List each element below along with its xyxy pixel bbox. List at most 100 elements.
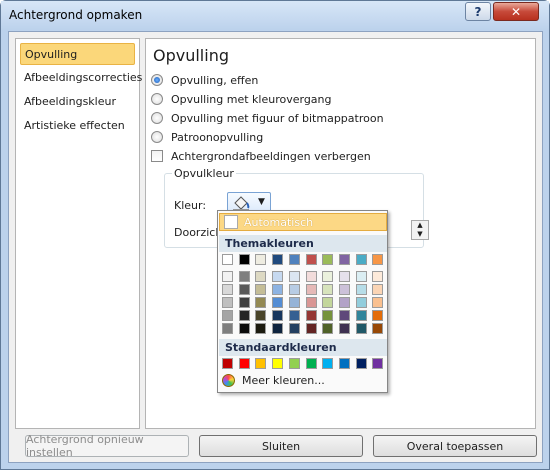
theme-shade-swatch[interactable] [355,310,367,321]
theme-shade-swatch[interactable] [288,310,300,321]
theme-shade-swatch[interactable] [338,271,350,282]
standard-color-swatch[interactable] [305,358,317,369]
fill-gradient-option[interactable]: Opvulling met kleurovergang [151,91,332,107]
theme-shade-swatch[interactable] [222,323,233,334]
theme-shade-swatch[interactable] [338,297,350,308]
theme-shade-swatch[interactable] [355,271,367,282]
more-colors-item[interactable]: Meer kleuren... [222,374,325,387]
theme-shade-swatch[interactable] [372,271,384,282]
theme-shade-swatch[interactable] [372,310,384,321]
radio-icon[interactable] [151,112,163,124]
theme-shade-swatch[interactable] [288,297,300,308]
fill-pattern-option[interactable]: Patroonopvulling [151,129,263,145]
theme-shade-swatch[interactable] [305,323,317,334]
theme-shade-swatch[interactable] [372,323,384,334]
theme-shade-swatch[interactable] [238,284,250,295]
theme-shade-swatch[interactable] [222,284,233,295]
theme-color-swatch[interactable] [355,254,367,265]
theme-shade-swatch[interactable] [338,323,350,334]
transparency-spinner[interactable]: ▲ ▼ [411,220,429,240]
standard-color-swatch[interactable] [238,358,250,369]
theme-shade-swatch[interactable] [255,297,267,308]
theme-shade-swatch[interactable] [238,323,250,334]
close-button[interactable]: Sluiten [199,435,363,457]
nav-item-opvulling[interactable]: Opvulling [20,43,135,65]
more-colors-label: Meer kleuren... [242,374,325,387]
theme-shade-swatch[interactable] [305,271,317,282]
apply-all-button[interactable]: Overal toepassen [373,435,537,457]
theme-shade-swatch[interactable] [272,284,284,295]
standard-color-swatch[interactable] [355,358,367,369]
theme-color-swatch[interactable] [338,254,350,265]
chevron-down-icon: ▼ [258,197,265,207]
theme-shade-swatch[interactable] [272,310,284,321]
standard-color-swatch[interactable] [272,358,284,369]
fill-picture-option[interactable]: Opvulling met figuur of bitmappatroon [151,110,384,126]
option-label: Opvulling met kleurovergang [171,92,332,106]
theme-shade-swatch[interactable] [272,323,284,334]
theme-shade-swatch[interactable] [355,284,367,295]
close-window-button[interactable]: ✕ [493,2,539,21]
theme-shade-swatch[interactable] [255,271,267,282]
theme-shade-swatch[interactable] [322,271,334,282]
radio-icon[interactable] [151,74,163,86]
theme-shade-swatch[interactable] [238,297,250,308]
theme-shade-swatch[interactable] [288,323,300,334]
nav-item-artistieke-effecten[interactable]: Artistieke effecten [20,115,135,137]
option-label: Opvulling met figuur of bitmappatroon [171,111,384,125]
theme-color-swatch[interactable] [372,254,384,265]
standard-color-swatch[interactable] [222,358,233,369]
theme-shade-swatch[interactable] [238,271,250,282]
theme-shade-swatch[interactable] [288,271,300,282]
theme-shade-swatch[interactable] [338,310,350,321]
theme-shade-swatch[interactable] [222,271,233,282]
standard-color-swatch[interactable] [338,358,350,369]
standard-color-swatch[interactable] [255,358,267,369]
theme-shade-swatch[interactable] [372,297,384,308]
theme-shade-swatch[interactable] [322,310,334,321]
standard-color-swatch[interactable] [372,358,384,369]
theme-shade-swatch[interactable] [272,271,284,282]
theme-shade-swatch[interactable] [222,310,233,321]
theme-color-swatch[interactable] [255,254,267,265]
theme-shade-swatch[interactable] [255,323,267,334]
nav-item-afbeeldingscorrecties[interactable]: Afbeeldingscorrecties [20,67,142,89]
theme-color-swatch[interactable] [272,254,284,265]
theme-shade-swatch[interactable] [355,323,367,334]
theme-shade-swatch[interactable] [322,297,334,308]
theme-shade-swatch[interactable] [372,284,384,295]
checkbox-icon[interactable] [151,150,163,162]
theme-shade-swatch[interactable] [288,284,300,295]
theme-shade-swatch[interactable] [255,310,267,321]
theme-color-swatch[interactable] [322,254,334,265]
automatic-label: Automatisch [244,215,314,229]
theme-shade-swatch[interactable] [322,284,334,295]
theme-shade-swatch[interactable] [355,297,367,308]
theme-shade-swatch[interactable] [305,284,317,295]
theme-shade-swatch[interactable] [238,310,250,321]
reset-background-button[interactable]: Achtergrond opnieuw instellen [25,433,189,459]
group-legend: Opvulkleur [172,167,236,180]
theme-shade-swatch[interactable] [338,284,350,295]
theme-shade-swatch[interactable] [222,297,233,308]
theme-color-swatch[interactable] [305,254,317,265]
panel-title: Opvulling [153,46,229,65]
fill-solid-option[interactable]: Opvulling, effen [151,72,258,88]
hide-background-checkbox[interactable]: Achtergrondafbeeldingen verbergen [151,148,371,164]
theme-color-swatch[interactable] [288,254,300,265]
radio-icon[interactable] [151,131,163,143]
standard-color-swatch[interactable] [322,358,334,369]
radio-icon[interactable] [151,93,163,105]
theme-color-swatch[interactable] [222,254,233,265]
theme-shade-swatch[interactable] [305,310,317,321]
nav-item-afbeeldingskleur[interactable]: Afbeeldingskleur [20,91,135,113]
theme-shade-swatch[interactable] [272,297,284,308]
standard-color-swatch[interactable] [288,358,300,369]
theme-shade-swatch[interactable] [322,323,334,334]
theme-shade-swatch[interactable] [305,297,317,308]
theme-colors-header: Themakleuren [219,235,387,252]
theme-color-swatch[interactable] [238,254,250,265]
help-button[interactable]: ? [465,2,491,21]
automatic-color-item[interactable]: Automatisch [219,213,387,231]
theme-shade-swatch[interactable] [255,284,267,295]
